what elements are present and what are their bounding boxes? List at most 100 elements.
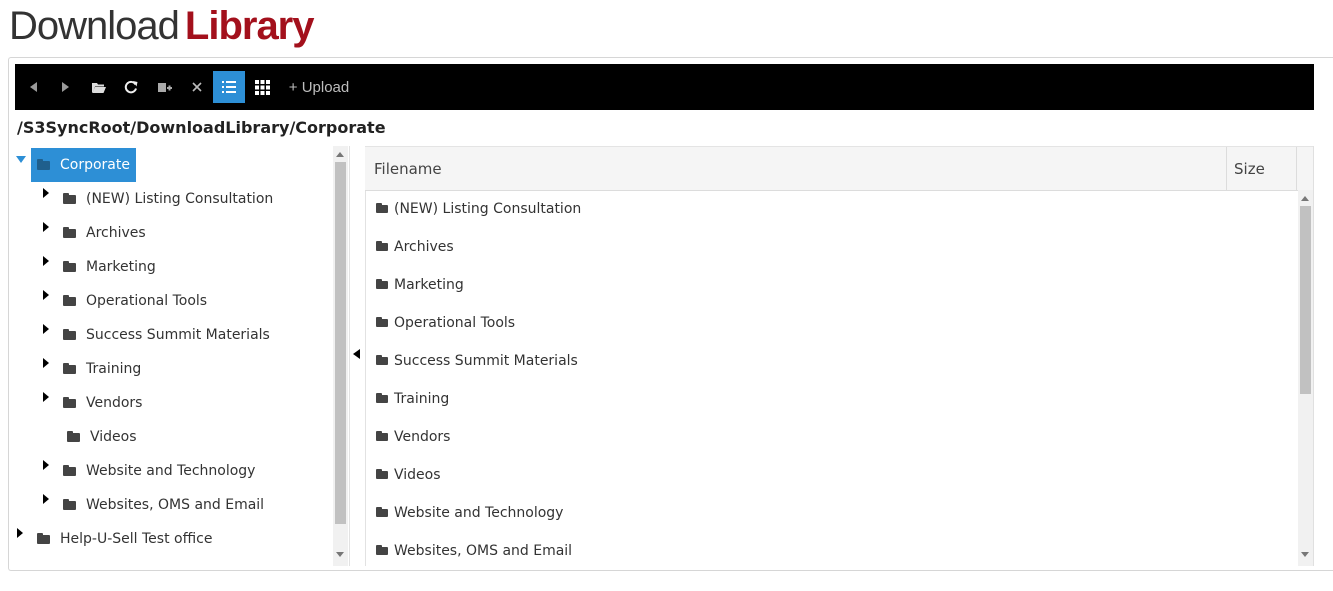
table-row[interactable]: Success Summit Materials bbox=[365, 342, 1295, 380]
scroll-up-icon[interactable] bbox=[336, 152, 344, 157]
table-row[interactable]: Vendors bbox=[365, 418, 1295, 456]
file-list: (NEW) Listing Consultation Archives Mark… bbox=[365, 190, 1297, 566]
table-row[interactable]: Operational Tools bbox=[365, 304, 1295, 342]
table-row[interactable]: Videos bbox=[365, 456, 1295, 494]
folder-icon bbox=[376, 203, 388, 213]
tree-scrollbar-thumb[interactable] bbox=[335, 162, 346, 524]
expand-toggle-icon[interactable] bbox=[43, 188, 49, 198]
expand-toggle-icon[interactable] bbox=[43, 324, 49, 334]
tree-item-label: Operational Tools bbox=[86, 293, 208, 309]
expand-toggle-icon[interactable] bbox=[43, 222, 49, 232]
collapse-pane-icon[interactable] bbox=[353, 349, 360, 359]
collapse-toggle-icon[interactable] bbox=[16, 156, 26, 163]
upload-button[interactable]: + Upload bbox=[285, 71, 353, 103]
file-name: Website and Technology bbox=[394, 505, 564, 521]
column-header-filename[interactable]: Filename bbox=[374, 147, 442, 190]
tree-item[interactable]: (NEW) Listing Consultation bbox=[63, 182, 273, 216]
file-name: Websites, OMS and Email bbox=[394, 543, 573, 559]
tree-item[interactable]: Training bbox=[63, 352, 141, 386]
tree-item[interactable]: Operational Tools bbox=[63, 284, 207, 318]
rename-button[interactable] bbox=[153, 71, 177, 103]
triangle-right-icon bbox=[62, 82, 70, 92]
triangle-left-icon bbox=[30, 82, 38, 92]
forward-button[interactable] bbox=[55, 71, 77, 103]
folder-icon bbox=[63, 192, 76, 204]
file-list-scrollbar[interactable] bbox=[1298, 190, 1313, 566]
close-icon bbox=[192, 82, 202, 92]
tree-item-label: Vendors bbox=[86, 395, 143, 411]
tree-item-label: Archives bbox=[86, 225, 146, 241]
open-folder-button[interactable] bbox=[87, 71, 111, 103]
folder-icon bbox=[63, 464, 76, 476]
tree-item[interactable]: Websites, OMS and Email bbox=[63, 488, 264, 522]
folder-icon bbox=[63, 260, 76, 272]
tree-item[interactable]: Help-U-Sell Test office bbox=[37, 522, 212, 556]
refresh-button[interactable] bbox=[119, 71, 143, 103]
grid-view-button[interactable] bbox=[249, 71, 275, 103]
folder-open-icon bbox=[92, 82, 106, 93]
folder-tree: Corporate (NEW) Listing Consultation Arc… bbox=[15, 146, 333, 566]
table-row[interactable]: Marketing bbox=[365, 266, 1295, 304]
column-header-size[interactable]: Size bbox=[1234, 147, 1265, 190]
page-title-part1: Download bbox=[9, 4, 180, 48]
table-row[interactable]: (NEW) Listing Consultation bbox=[365, 190, 1295, 228]
tree-item[interactable]: Website and Technology bbox=[63, 454, 255, 488]
rename-icon bbox=[158, 81, 172, 93]
tree-item[interactable]: Success Summit Materials bbox=[63, 318, 270, 352]
page-title: Download Library bbox=[9, 2, 314, 50]
scroll-down-icon[interactable] bbox=[1301, 552, 1309, 557]
scroll-down-icon[interactable] bbox=[336, 552, 344, 557]
grid-header: Filename Size bbox=[365, 146, 1313, 191]
table-row[interactable]: Websites, OMS and Email bbox=[365, 532, 1295, 566]
folder-icon bbox=[376, 469, 388, 479]
tree-item-label: Videos bbox=[90, 429, 137, 445]
folder-icon bbox=[63, 226, 76, 238]
back-button[interactable] bbox=[23, 71, 45, 103]
table-row[interactable]: Training bbox=[365, 380, 1295, 418]
expand-toggle-icon[interactable] bbox=[43, 392, 49, 402]
file-name: Vendors bbox=[394, 429, 451, 445]
folder-icon bbox=[376, 279, 388, 289]
tree-item-label: Training bbox=[86, 361, 142, 377]
tree-scrollbar[interactable] bbox=[333, 146, 348, 566]
file-name: Training bbox=[394, 391, 450, 407]
tree-item-label: Marketing bbox=[86, 259, 156, 275]
grid-icon bbox=[254, 79, 270, 95]
folder-icon bbox=[37, 158, 50, 170]
file-name: Marketing bbox=[394, 277, 464, 293]
tree-item[interactable]: Marketing bbox=[63, 250, 156, 284]
table-row[interactable]: Website and Technology bbox=[365, 494, 1295, 532]
expand-toggle-icon[interactable] bbox=[43, 494, 49, 504]
folder-icon bbox=[376, 507, 388, 517]
file-name: Archives bbox=[394, 239, 454, 255]
expand-toggle-icon[interactable] bbox=[43, 358, 49, 368]
tree-item[interactable]: Archives bbox=[63, 216, 146, 250]
file-name: Success Summit Materials bbox=[394, 353, 578, 369]
expand-toggle-icon[interactable] bbox=[43, 460, 49, 470]
expand-toggle-icon[interactable] bbox=[17, 528, 23, 538]
folder-icon bbox=[376, 393, 388, 403]
list-view-button[interactable] bbox=[213, 71, 245, 103]
tree-item-corporate[interactable]: Corporate bbox=[31, 148, 136, 182]
expand-toggle-icon[interactable] bbox=[43, 256, 49, 266]
column-separator[interactable] bbox=[1296, 147, 1297, 190]
expand-toggle-icon[interactable] bbox=[43, 290, 49, 300]
file-list-scrollbar-thumb[interactable] bbox=[1300, 206, 1311, 394]
tree-item[interactable]: Vendors bbox=[63, 386, 142, 420]
folder-icon bbox=[63, 294, 76, 306]
folder-icon bbox=[376, 545, 388, 555]
table-row[interactable]: Archives bbox=[365, 228, 1295, 266]
folder-icon bbox=[376, 431, 388, 441]
folder-icon bbox=[376, 355, 388, 365]
tree-item[interactable]: Videos bbox=[67, 420, 137, 454]
column-separator[interactable] bbox=[1226, 147, 1227, 190]
tree-item-label: Websites, OMS and Email bbox=[86, 497, 265, 513]
folder-icon bbox=[376, 241, 388, 251]
file-name: Operational Tools bbox=[394, 315, 516, 331]
grid-border bbox=[1313, 146, 1314, 566]
tree-item-label: (NEW) Listing Consultation bbox=[86, 191, 274, 207]
folder-icon bbox=[376, 317, 388, 327]
delete-button[interactable] bbox=[185, 71, 209, 103]
refresh-icon bbox=[124, 80, 138, 94]
scroll-up-icon[interactable] bbox=[1301, 196, 1309, 201]
